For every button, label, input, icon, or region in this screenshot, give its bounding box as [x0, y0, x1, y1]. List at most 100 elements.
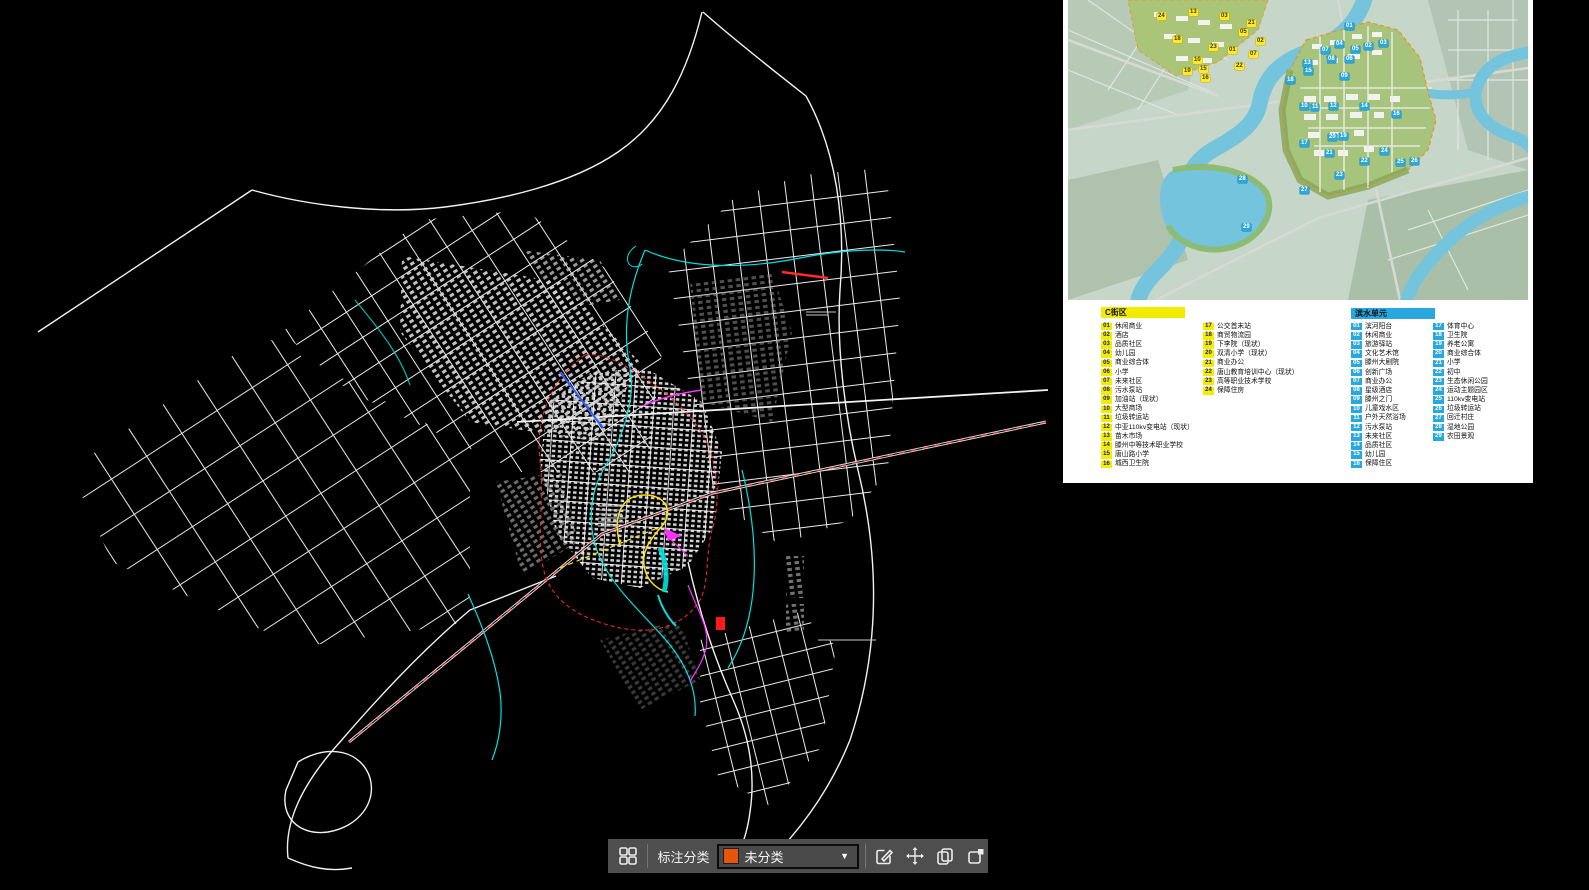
legend-item-number: 19 — [1433, 341, 1444, 349]
legend-item: 04文化艺术馆 — [1351, 350, 1406, 359]
legend-item-number: 13 — [1351, 433, 1362, 441]
plan-marker: 11 — [1311, 104, 1319, 111]
reference-plan-panel[interactable]: 2413032105180223010710152216190104020307… — [1063, 0, 1533, 483]
legend-item: 24保障住房 — [1203, 386, 1299, 395]
legend-item: 19养老公寓 — [1433, 340, 1488, 349]
legend-item: 20商业综合体 — [1433, 350, 1488, 359]
legend-item-label: 体育中心 — [1447, 323, 1474, 331]
legend-item-number: 19 — [1203, 341, 1214, 349]
plan-marker: 21 — [1247, 20, 1256, 27]
plan-marker: 21 — [1325, 150, 1334, 157]
category-grid-button[interactable] — [616, 843, 641, 869]
masterplan-image: 2413032105180223010710152216190104020307… — [1068, 0, 1528, 300]
plan-marker: 16 — [1392, 111, 1401, 118]
legend-item: 06创新广场 — [1351, 368, 1406, 377]
legend-item-number: 11 — [1101, 415, 1112, 423]
legend-item: 02酒店 — [1101, 331, 1194, 340]
legend-item-number: 15 — [1351, 451, 1362, 459]
legend-item-number: 07 — [1351, 378, 1362, 386]
plan-marker: 02 — [1256, 38, 1265, 45]
legend-item: 23高等职业技术学校 — [1203, 377, 1299, 386]
legend-item: 21小学 — [1433, 359, 1488, 368]
legend-item-label: 星级酒店 — [1365, 387, 1392, 395]
legend-item-number: 15 — [1101, 451, 1112, 459]
legend-item-label: 垃圾转运站 — [1115, 414, 1149, 422]
legend-item: 08污水泵站 — [1101, 386, 1194, 395]
legend-item-number: 12 — [1351, 424, 1362, 432]
category-dropdown[interactable]: 未分类 ▼ — [717, 844, 859, 869]
plan-marker: 13 — [1189, 9, 1198, 16]
legend-item: 25110kv变电站 — [1433, 396, 1488, 405]
legend-item: 12中亚110kv变电站（现状） — [1101, 423, 1194, 432]
legend-item-number: 07 — [1101, 378, 1112, 386]
legend-item: 11垃圾转运站 — [1101, 414, 1194, 423]
plan-marker: 20 — [1328, 134, 1337, 141]
legend-item-number: 05 — [1351, 360, 1362, 368]
legend-item-number: 20 — [1433, 350, 1444, 358]
legend-item: 27回迁村庄 — [1433, 414, 1488, 423]
plan-marker: 15 — [1199, 66, 1208, 73]
legend-item: 18商贸物流园 — [1203, 331, 1299, 340]
paste-annotation-button[interactable] — [963, 843, 988, 869]
legend-item-label: 公交首末站 — [1217, 323, 1251, 331]
legend-item-number: 26 — [1433, 406, 1444, 414]
legend-item-label: 滨河阳台 — [1365, 323, 1392, 331]
legend-item-label: 小学 — [1115, 369, 1129, 377]
legend-item: 15唐山路小学 — [1101, 451, 1194, 460]
plan-marker: 18 — [1286, 77, 1295, 84]
legend-item-label: 运动主题园区 — [1447, 387, 1488, 395]
legend-item: 12污水泵站 — [1351, 423, 1406, 432]
plan-marker: 07 — [1321, 47, 1330, 54]
legend-item: 14滕州中等技术职业学校 — [1101, 441, 1194, 450]
legend-item: 05滕州大剧院 — [1351, 359, 1406, 368]
legend-item-label: 滕州之门 — [1365, 396, 1392, 404]
paste-icon — [966, 846, 986, 866]
copy-icon — [935, 846, 955, 866]
legend-item: 13未来社区 — [1351, 432, 1406, 441]
legend-item: 03旅游驿站 — [1351, 340, 1406, 349]
legend-item: 28湿地公园 — [1433, 423, 1488, 432]
legend-item-label: 污水泵站 — [1115, 387, 1142, 395]
legend-item-label: 中亚110kv变电站（现状） — [1115, 424, 1194, 432]
legend-column: 01休闲商业02酒店03品质社区04幼儿园05商业综合体06小学07未来社区08… — [1101, 322, 1194, 469]
legend-item-label: 商业综合体 — [1447, 350, 1481, 358]
legend-item-label: 城西卫生院 — [1115, 460, 1149, 468]
legend-item-number: 08 — [1101, 387, 1112, 395]
legend-item: 20双清小学（现状） — [1203, 350, 1299, 359]
plan-marker: 25 — [1396, 159, 1405, 166]
legend-item: 19下李院（现状） — [1203, 340, 1299, 349]
legend-item: 22初中 — [1433, 368, 1488, 377]
legend-item: 13苗木市场 — [1101, 432, 1194, 441]
copy-annotation-button[interactable] — [933, 843, 958, 869]
plan-marker: 29 — [1242, 224, 1251, 231]
legend-item-number: 18 — [1433, 332, 1444, 340]
legend-item-label: 滕州中等技术职业学校 — [1115, 442, 1183, 450]
legend-item: 23生态休闲公园 — [1433, 377, 1488, 386]
legend-item-number: 11 — [1351, 415, 1362, 423]
legend-item-label: 商业办公 — [1217, 359, 1244, 367]
edit-annotation-button[interactable] — [872, 843, 897, 869]
plan-legend: C街区 01休闲商业02酒店03品质社区04幼儿园05商业综合体06小学07未来… — [1068, 300, 1528, 478]
legend-item: 08星级酒店 — [1351, 386, 1406, 395]
legend-item-number: 12 — [1101, 424, 1112, 432]
plan-marker: 28 — [1238, 176, 1247, 183]
legend-item-number: 21 — [1433, 360, 1444, 368]
legend-item-label: 儿童戏水区 — [1365, 405, 1399, 413]
move-annotation-button[interactable] — [902, 843, 927, 869]
legend-item: 01滨河阳台 — [1351, 322, 1406, 331]
legend-item-number: 21 — [1203, 360, 1214, 368]
legend-item: 29农田景观 — [1433, 432, 1488, 441]
legend-item-number: 03 — [1101, 341, 1112, 349]
legend-item-label: 垃圾转运站 — [1447, 405, 1481, 413]
legend-item: 07未来社区 — [1101, 377, 1194, 386]
legend-item-label: 幼儿园 — [1115, 350, 1135, 358]
legend-item: 06小学 — [1101, 368, 1194, 377]
legend-item: 10儿童戏水区 — [1351, 405, 1406, 414]
edit-icon — [874, 846, 894, 866]
legend-title: 滨水单元 — [1351, 308, 1435, 319]
move-icon — [905, 846, 925, 866]
legend-column: 01滨河阳台02休闲商业03旅游驿站04文化艺术馆05滕州大剧院06创新广场07… — [1351, 322, 1406, 469]
legend-item-label: 旅游驿站 — [1365, 341, 1392, 349]
legend-item: 17公交首末站 — [1203, 322, 1299, 331]
legend-item-number: 01 — [1351, 323, 1362, 331]
